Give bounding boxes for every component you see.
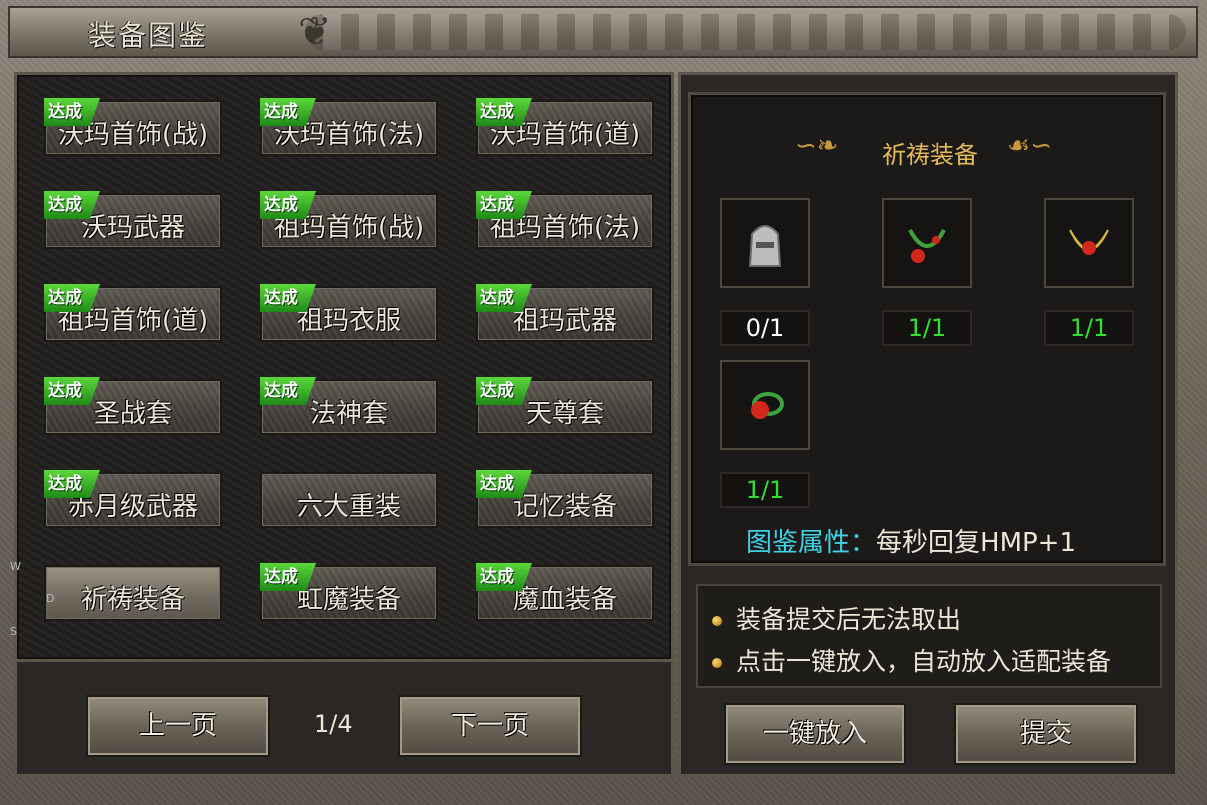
- collection-card[interactable]: 天尊套 达成: [476, 377, 654, 435]
- collection-attribute: 图鉴属性：每秒回复HMP+1: [746, 522, 1076, 559]
- right-swirl-ornament-icon: ☙∽: [1007, 131, 1053, 161]
- collection-card[interactable]: 祖玛衣服 达成: [260, 284, 438, 342]
- collection-card[interactable]: 祖玛武器 达成: [476, 284, 654, 342]
- bullet-icon: [712, 616, 722, 626]
- page-indicator: 1/4: [314, 710, 353, 738]
- collection-card[interactable]: 六大重装: [260, 472, 438, 528]
- attribute-value: 每秒回复HMP+1: [876, 528, 1077, 558]
- item-slot-ring[interactable]: [720, 360, 810, 450]
- collection-card[interactable]: 赤月级武器 达成: [44, 470, 222, 528]
- necklace-icon: [908, 229, 946, 263]
- next-page-button[interactable]: 下一页: [398, 695, 582, 757]
- collection-card[interactable]: 沃玛首饰(战) 达成: [44, 98, 222, 156]
- item-count-helmet: 0/1: [720, 310, 810, 346]
- collection-card-label: 六大重装: [296, 492, 401, 522]
- collection-card[interactable]: 记忆装备 达成: [476, 470, 654, 528]
- attribute-label: 图鉴属性：: [746, 528, 877, 558]
- collection-card[interactable]: 沃玛首饰(法) 达成: [260, 98, 438, 156]
- collection-card[interactable]: 圣战套 达成: [44, 377, 222, 435]
- item-slot-necklace[interactable]: [882, 198, 972, 288]
- note-text: 点击一键放入，自动放入适配装备: [736, 647, 1112, 676]
- window-title: 装备图鉴: [88, 19, 209, 52]
- collection-card[interactable]: 虹魔装备 达成: [260, 563, 438, 621]
- side-letter-s: S: [10, 625, 17, 638]
- side-letter-d: D: [46, 592, 55, 605]
- section-title: 祈祷装备: [882, 141, 978, 169]
- note-item: 装备提交后无法取出: [712, 600, 961, 636]
- bracelet-icon: [1069, 229, 1109, 255]
- ring-icon: [751, 392, 784, 419]
- collection-card-label: 祈祷装备: [80, 585, 185, 615]
- collection-card[interactable]: 法神套 达成: [260, 377, 438, 435]
- item-slot-bracelet[interactable]: [1044, 198, 1134, 288]
- collection-card[interactable]: 沃玛武器 达成: [44, 191, 222, 249]
- note-text: 装备提交后无法取出: [736, 605, 962, 634]
- prev-page-button[interactable]: 上一页: [86, 695, 270, 757]
- item-count-bracelet: 1/1: [1044, 310, 1134, 346]
- item-count-ring: 1/1: [720, 472, 810, 508]
- item-slot-helmet[interactable]: [720, 198, 810, 288]
- notes-box: 装备提交后无法取出 点击一键放入，自动放入适配装备: [696, 584, 1162, 688]
- collection-card[interactable]: 祖玛首饰(战) 达成: [260, 191, 438, 249]
- scroll-ornament-icon: ❦: [298, 9, 332, 55]
- collection-card[interactable]: 魔血装备 达成: [476, 563, 654, 621]
- title-ornament: [305, 14, 1186, 50]
- collection-card[interactable]: 祈祷装备: [44, 565, 222, 621]
- submit-button[interactable]: 提交: [954, 703, 1138, 765]
- side-letter-w: W: [10, 560, 21, 573]
- collection-card[interactable]: 沃玛首饰(道) 达成: [476, 98, 654, 156]
- collection-card[interactable]: 祖玛首饰(道) 达成: [44, 284, 222, 342]
- put-all-button[interactable]: 一键放入: [724, 703, 906, 765]
- helmet-icon: [748, 225, 782, 267]
- collection-card[interactable]: 祖玛首饰(法) 达成: [476, 191, 654, 249]
- item-count-necklace: 1/1: [882, 310, 972, 346]
- bullet-icon: [712, 658, 722, 668]
- note-item: 点击一键放入，自动放入适配装备: [712, 642, 1111, 678]
